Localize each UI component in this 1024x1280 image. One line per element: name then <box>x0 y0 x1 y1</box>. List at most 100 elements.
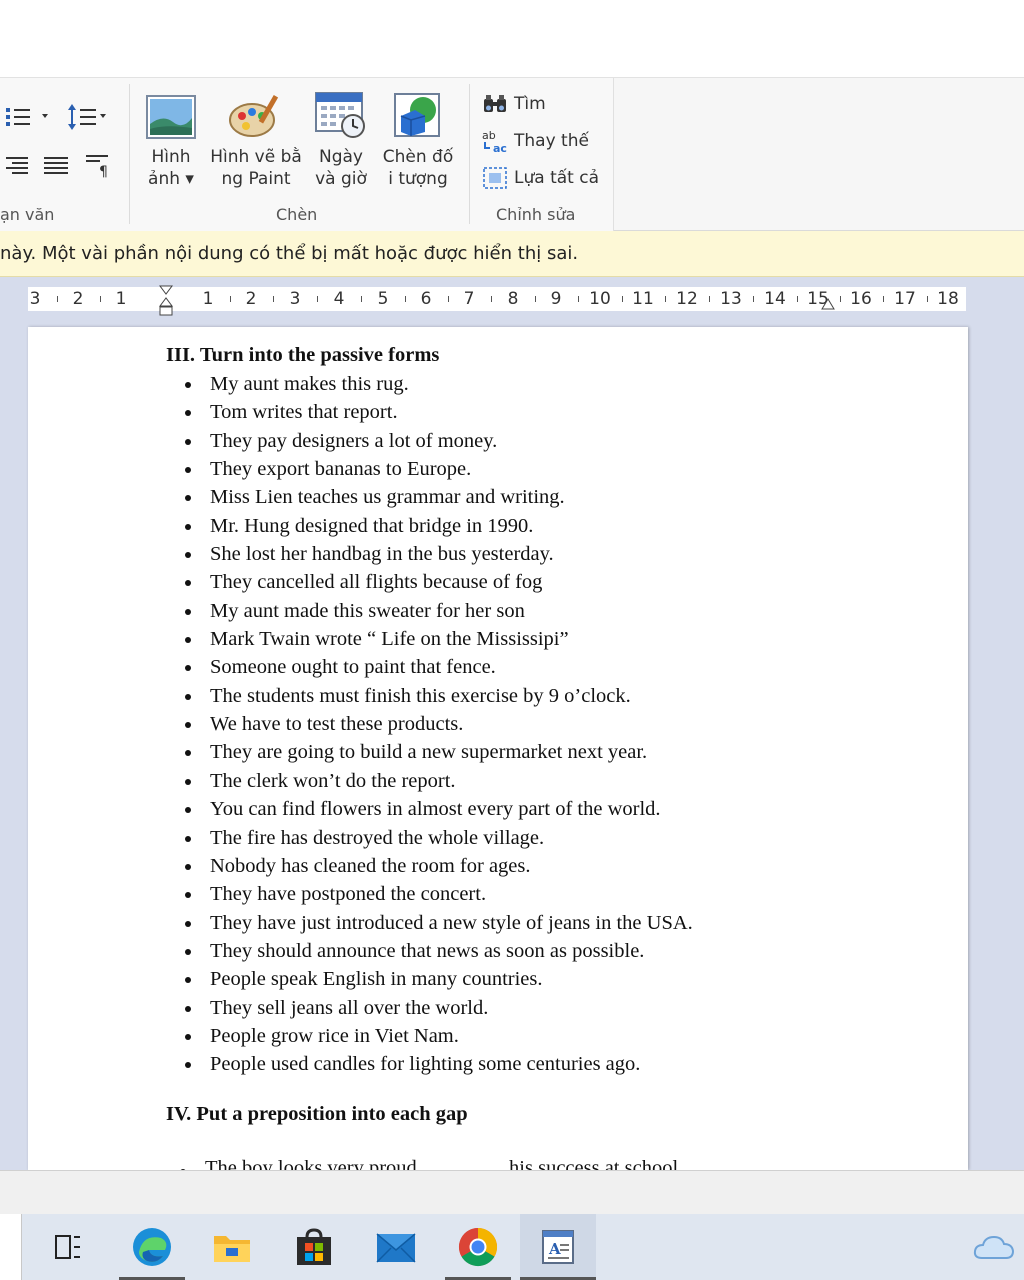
calendar-clock-icon <box>315 92 365 138</box>
ruler-label: 14 <box>764 289 786 309</box>
paragraph-settings-icon[interactable]: ¶ <box>84 152 112 180</box>
chrome-taskbar-button[interactable] <box>440 1214 516 1280</box>
edge-icon <box>133 1228 171 1266</box>
taskbar: A <box>0 1214 1024 1280</box>
replace-label: Thay thế <box>514 131 589 151</box>
list-item: Mark Twain wrote “ Life on the Mississip… <box>166 625 693 653</box>
edge-taskbar-button[interactable] <box>114 1214 190 1280</box>
list-item: Miss Lien teaches us grammar and writing… <box>166 483 693 511</box>
list-item: Someone ought to paint that fence. <box>166 653 693 681</box>
bullet-list-icon[interactable] <box>4 104 54 130</box>
ruler-tick <box>405 296 406 302</box>
ruler-label: 7 <box>463 289 475 309</box>
ruler-tick <box>317 296 318 302</box>
ruler-tick <box>797 296 798 302</box>
list-item: My aunt makes this rug. <box>166 370 693 398</box>
insert-object-label-2: i tượng <box>388 169 448 189</box>
store-icon <box>297 1228 331 1265</box>
paint-palette-icon <box>229 95 279 137</box>
insert-object-button[interactable]: Chèn đố i tượng <box>378 90 458 190</box>
list-item: People used candles for lighting some ce… <box>166 1050 693 1078</box>
ruler-tick <box>665 296 666 302</box>
ruler-label: 17 <box>894 289 916 309</box>
right-indent-marker-icon[interactable] <box>820 293 836 319</box>
ruler-label: 6 <box>420 289 432 309</box>
title-area <box>0 0 1024 77</box>
align-right-icon[interactable] <box>4 154 32 176</box>
editing-group-label: Chỉnh sửa <box>496 205 576 224</box>
mail-icon <box>376 1233 416 1263</box>
ruler-label: 16 <box>850 289 872 309</box>
document-page[interactable]: III. Turn into the passive forms My aunt… <box>28 327 968 1170</box>
mail-taskbar-button[interactable] <box>358 1214 434 1280</box>
select-all-button[interactable]: Lựa tất cả <box>482 164 599 192</box>
date-time-label-1: Ngày <box>319 147 363 167</box>
list-item: They have postponed the concert. <box>166 880 693 908</box>
ruler-label: 5 <box>377 289 389 309</box>
status-bar <box>0 1170 1024 1214</box>
list-item: They cancelled all flights because of fo… <box>166 568 693 596</box>
ruler-tick <box>230 296 231 302</box>
wordpad-icon: A <box>542 1230 574 1264</box>
date-time-button[interactable]: Ngày và giờ <box>308 90 374 190</box>
list-item: They are going to build a new supermarke… <box>166 738 693 766</box>
list-item: You can find flowers in almost every par… <box>166 795 693 823</box>
ruler-label: 3 <box>29 289 41 309</box>
ruler-label: 8 <box>507 289 519 309</box>
select-all-icon <box>483 167 507 189</box>
horizontal-ruler[interactable]: 3 2 1 1 2 3 4 5 6 7 8 9 10 11 12 13 14 15 16 17 18 <box>28 285 966 316</box>
picture-button[interactable]: Hình ảnh ▾ <box>140 94 202 190</box>
taskbar-search-box[interactable] <box>0 1214 22 1280</box>
ribbon-panel: ¶ ạn văn Hình ảnh ▾ Hình vẽ bằ ng Paint … <box>0 78 614 231</box>
binoculars-icon <box>484 95 506 112</box>
list-item: They should announce that news as soon a… <box>166 937 693 965</box>
ruler-label: 12 <box>676 289 698 309</box>
indent-marker-icon[interactable] <box>158 284 174 318</box>
file-explorer-taskbar-button[interactable] <box>194 1214 270 1280</box>
task-view-button[interactable] <box>30 1214 106 1280</box>
picture-icon <box>146 95 196 139</box>
find-button[interactable]: Tìm <box>482 90 546 118</box>
list-item: The fire has destroyed the whole village… <box>166 824 693 852</box>
section-3-title: III. Turn into the passive forms <box>166 344 440 366</box>
line-spacing-icon[interactable] <box>66 102 112 132</box>
ruler-tick <box>622 296 623 302</box>
paragraph-group-label: ạn văn <box>0 205 55 224</box>
paint-label-2: ng Paint <box>221 169 291 189</box>
section-4-title: IV. Put a preposition into each gap <box>166 1103 468 1125</box>
find-label: Tìm <box>514 94 546 114</box>
task-view-icon <box>55 1235 80 1259</box>
list-item: My aunt made this sweater for her son <box>166 597 693 625</box>
svg-text:¶: ¶ <box>99 164 108 178</box>
folder-icon <box>214 1236 250 1262</box>
ribbon: ¶ ạn văn Hình ảnh ▾ Hình vẽ bằ ng Paint … <box>0 77 1024 231</box>
ruler-label: 1 <box>115 289 127 309</box>
select-all-label: Lựa tất cả <box>514 168 599 188</box>
svg-text:A: A <box>548 1240 561 1258</box>
paint-drawing-button[interactable]: Hình vẽ bằ ng Paint <box>208 90 304 190</box>
justify-icon[interactable] <box>42 154 70 176</box>
ruler-label: 2 <box>245 289 257 309</box>
list-item: They export bananas to Europe. <box>166 455 693 483</box>
replace-button[interactable]: ab ac Thay thế <box>482 127 589 155</box>
ruler-label: 3 <box>289 289 301 309</box>
ruler-tick <box>57 296 58 302</box>
ruler-tick <box>709 296 710 302</box>
chrome-icon <box>458 1228 498 1267</box>
document-workspace[interactable]: 3 2 1 1 2 3 4 5 6 7 8 9 10 11 12 13 14 15 16 17 18 III. Turn… <box>0 277 1024 1170</box>
ruler-label: 18 <box>937 289 959 309</box>
ruler-label: 1 <box>202 289 214 309</box>
ruler-label: 10 <box>589 289 611 309</box>
ruler-tick <box>753 296 754 302</box>
wordpad-taskbar-button[interactable]: A <box>520 1214 596 1280</box>
ruler-label: 9 <box>550 289 562 309</box>
store-taskbar-button[interactable] <box>276 1214 352 1280</box>
list-item: People speak English in many countries. <box>166 965 693 993</box>
ruler-tick <box>840 296 841 302</box>
ruler-label: 11 <box>632 289 654 309</box>
list-item: Nobody has cleaned the room for ages. <box>166 852 693 880</box>
ruler-label: 13 <box>720 289 742 309</box>
paint-label-1: Hình vẽ bằ <box>210 147 302 167</box>
onedrive-tray-icon[interactable] <box>972 1230 1016 1264</box>
list-item: People grow rice in Viet Nam. <box>166 1022 693 1050</box>
